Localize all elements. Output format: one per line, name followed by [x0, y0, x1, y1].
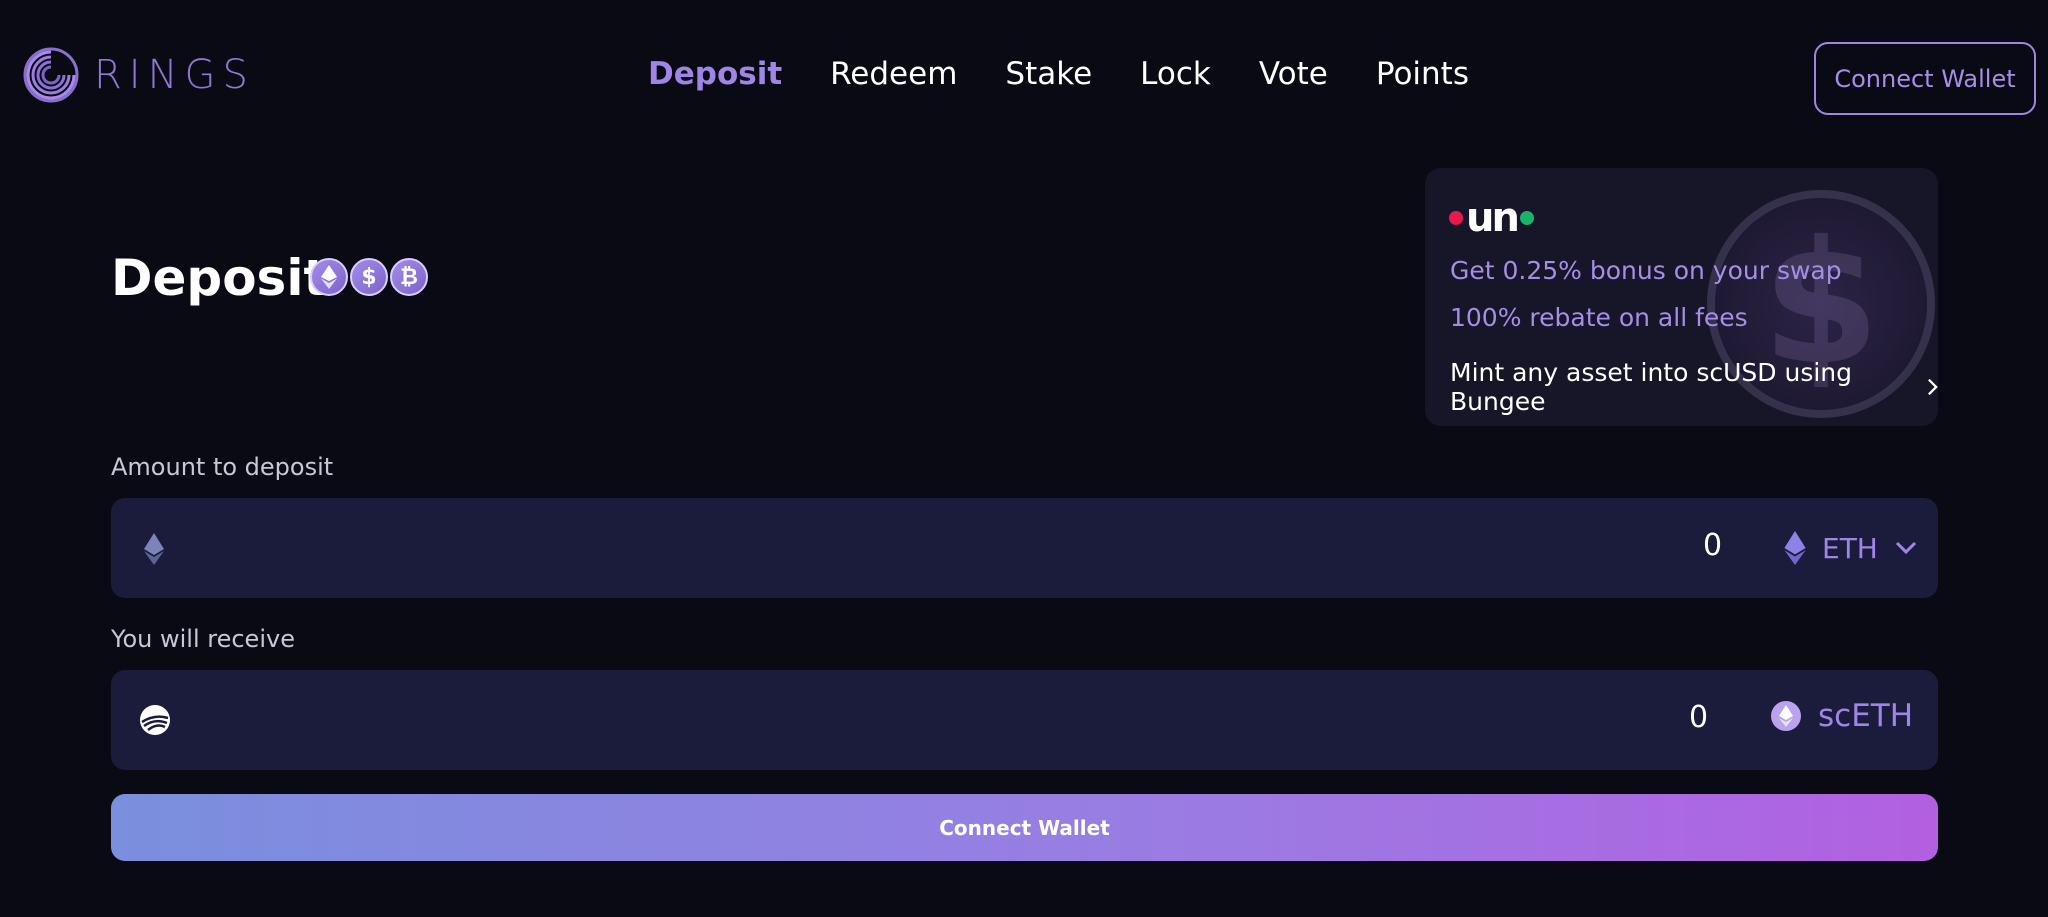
ethereum-icon: [310, 258, 348, 296]
receive-token-label: scETH: [1818, 698, 1914, 734]
nav-vote[interactable]: Vote: [1259, 56, 1328, 92]
nav-lock[interactable]: Lock: [1140, 56, 1211, 92]
promo-card[interactable]: $ un Get 0.25% bonus on your swap 100% r…: [1425, 168, 1938, 426]
rings-logo-icon: [23, 47, 79, 103]
page: RINGS Deposit Redeem Stake Lock Vote Poi…: [0, 0, 2048, 917]
nav-stake[interactable]: Stake: [1005, 56, 1092, 92]
promo-link-label: Mint any asset into scUSD using Bungee: [1450, 358, 1853, 416]
sonic-icon: [140, 705, 170, 735]
receive-token-display: scETH: [1770, 698, 1913, 734]
green-dot-icon: [1519, 211, 1534, 225]
promo-bungee-link[interactable]: Mint any asset into scUSD using Bungee: [1450, 358, 1938, 416]
header-connect-wallet-button[interactable]: Connect Wallet: [1814, 42, 2036, 115]
deposit-amount-input[interactable]: 0: [1703, 528, 1722, 563]
receive-amount-value: 0: [1689, 700, 1709, 735]
dollar-icon: $: [350, 258, 388, 296]
deposit-amount-field[interactable]: 0 ETH: [111, 498, 1938, 598]
sceth-icon: [1771, 701, 1801, 731]
chevron-right-icon: [1928, 378, 1938, 396]
nav-deposit[interactable]: Deposit: [648, 56, 782, 92]
chevron-down-icon: [1895, 541, 1916, 555]
deposit-token-select[interactable]: ETH: [1784, 531, 1918, 565]
supported-assets: $ ₿: [310, 258, 428, 296]
nav-points[interactable]: Points: [1376, 56, 1469, 92]
ethereum-icon: [144, 533, 164, 565]
logo[interactable]: RINGS: [22, 46, 255, 104]
brand-name: RINGS: [94, 52, 255, 98]
connect-wallet-button[interactable]: Connect Wallet: [111, 794, 1938, 861]
deposit-token-label: ETH: [1822, 531, 1878, 565]
promo-rebate-text: 100% rebate on all fees: [1450, 303, 1748, 332]
bitcoin-icon: ₿: [390, 258, 428, 296]
receive-label: You will receive: [111, 625, 295, 653]
receive-amount-field: 0 scETH: [111, 670, 1938, 770]
promo-bonus-text: Get 0.25% bonus on your swap: [1450, 256, 1842, 285]
page-title: Deposit: [111, 249, 328, 307]
ethereum-icon: [1784, 531, 1806, 565]
red-dot-icon: [1449, 211, 1463, 225]
uno-logo: un: [1449, 198, 1534, 238]
nav-redeem[interactable]: Redeem: [830, 56, 957, 92]
main-nav: Deposit Redeem Stake Lock Vote Points: [648, 56, 1469, 92]
deposit-label: Amount to deposit: [111, 453, 334, 481]
uno-wordmark: un: [1466, 195, 1520, 241]
